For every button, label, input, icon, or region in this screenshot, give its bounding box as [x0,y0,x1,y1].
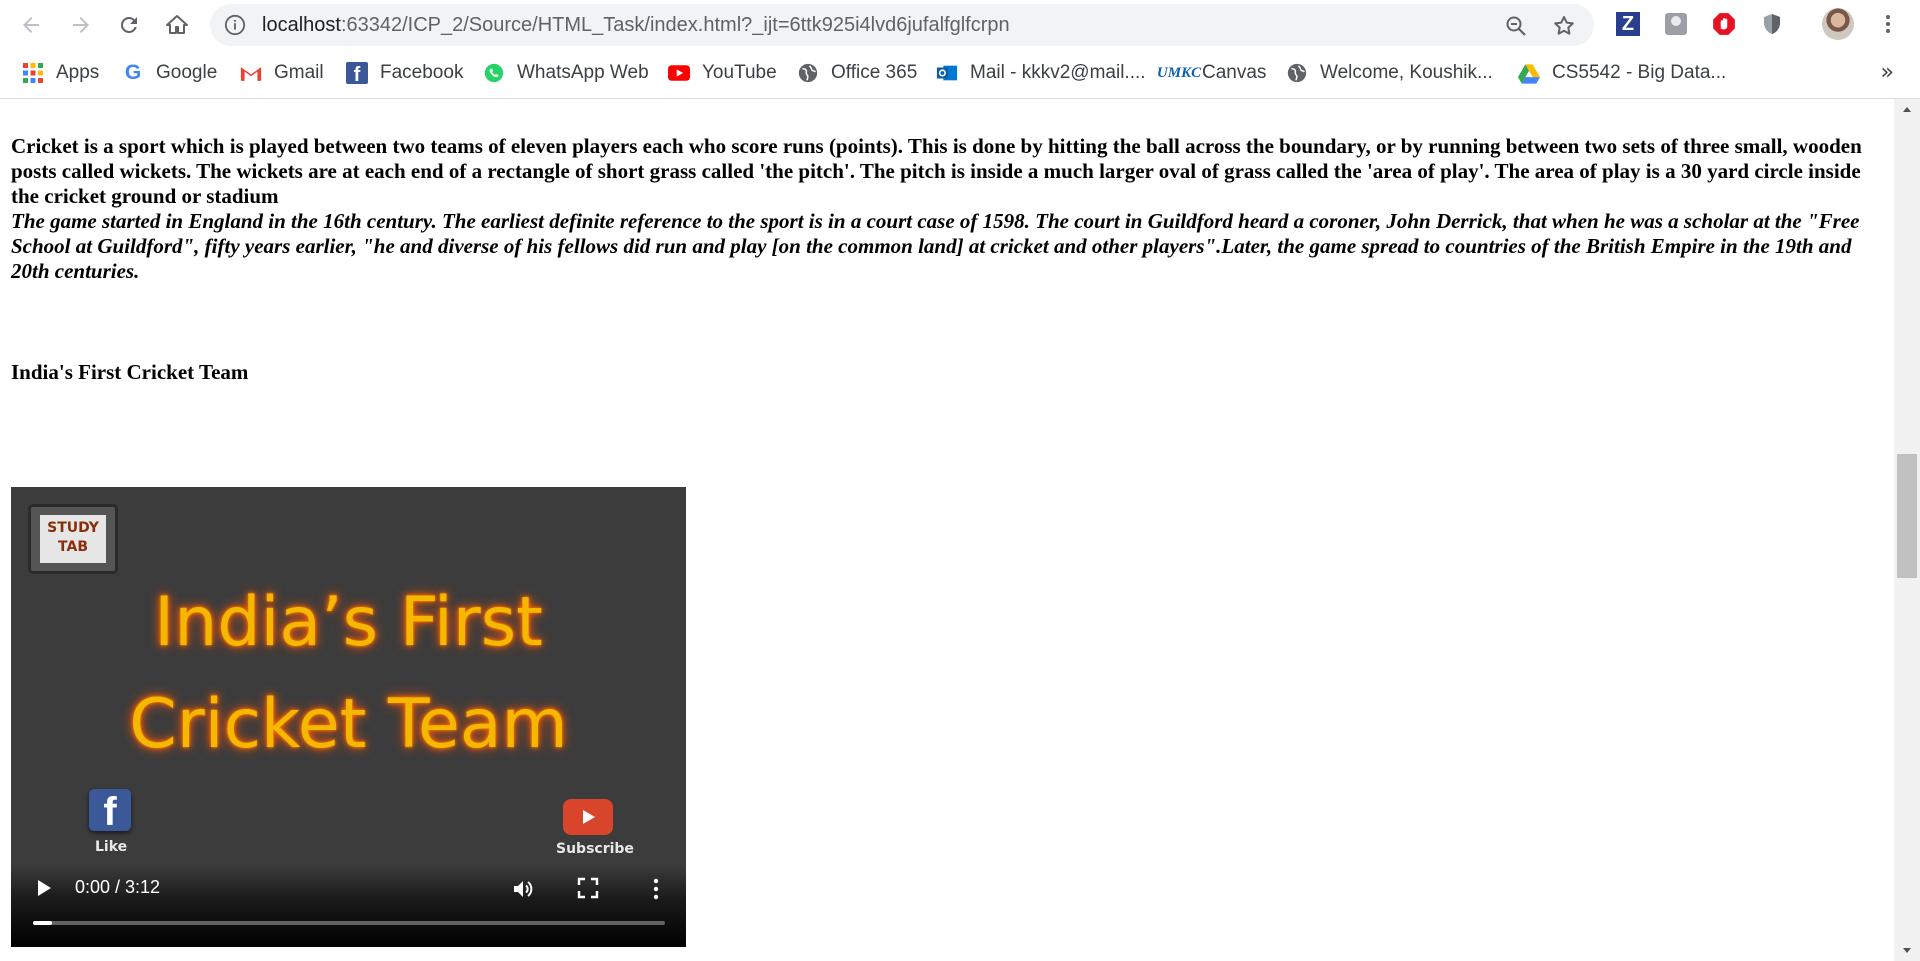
like-label: Like [95,839,128,855]
bookmark-cs5542[interactable]: CS5542 - Big Data... [1518,50,1726,96]
menu-kebab-icon[interactable] [1874,10,1902,38]
page-viewport: Cricket is a sport which is played betwe… [0,99,1894,961]
video-title-line2: Cricket Team [129,685,568,764]
bookmark-label: Welcome, Koushik... [1320,62,1493,83]
bookmark-office365[interactable]: Office 365 [797,50,917,96]
video-progress-fill [33,921,52,925]
video-time: 0:00 / 3:12 [75,877,161,897]
home-icon [166,15,188,34]
apps-grid-icon [22,62,44,84]
bookmark-facebook[interactable]: f Facebook [346,50,463,96]
adblock-extension-icon[interactable] [1710,10,1738,38]
umkc-icon: UMKC [1156,64,1202,81]
url-host: localhost [262,14,341,36]
bookmark-gmail[interactable]: Gmail [240,50,324,96]
vertical-scrollbar[interactable] [1894,99,1920,961]
volume-icon[interactable] [511,877,535,901]
video-progress-bar[interactable] [33,921,665,925]
zoom-icon[interactable] [1504,14,1528,38]
forward-button[interactable] [62,6,100,44]
arrow-right-icon [73,17,89,33]
star-icon[interactable] [1552,14,1576,38]
play-icon[interactable] [33,877,55,899]
globe-icon [1286,62,1308,84]
bookmark-google[interactable]: G Google [122,50,217,96]
avatar[interactable] [1822,8,1854,40]
back-button[interactable] [12,6,50,44]
bookmark-label: Apps [56,62,100,83]
bookmark-canvas[interactable]: UMKC Canvas [1156,50,1267,96]
arrow-left-icon [23,17,39,33]
profile-extension-icon[interactable] [1662,10,1690,38]
bookmark-label: WhatsApp Web [517,62,649,83]
facebook-icon: f [346,62,368,86]
video-player[interactable]: STUDY TAB India’s First Cricket Team f L… [11,487,686,947]
youtube-play-icon [563,799,613,835]
browser-toolbar: localhost:63342/ICP_2/Source/HTML_Task/i… [0,0,1920,50]
fullscreen-icon[interactable] [577,877,599,899]
whatsapp-icon [483,62,505,84]
scroll-up-arrow-icon[interactable] [1894,99,1920,119]
shield-extension-icon[interactable] [1758,10,1786,38]
history-paragraph: The game started in England in the 16th … [11,209,1860,283]
bookmarks-bar: Apps G Google Gmail f Facebook WhatsApp … [0,50,1920,99]
bookmark-label: Mail - kkkv2@mail.... [970,62,1146,83]
url-text[interactable]: localhost:63342/ICP_2/Source/HTML_Task/i… [262,4,1010,46]
video-controls: 0:00 / 3:12 [11,865,686,947]
bookmark-label: Gmail [274,62,324,83]
intro-paragraph: Cricket is a sport which is played betwe… [11,134,1862,208]
google-icon: G [124,61,142,84]
bookmark-label: CS5542 - Big Data... [1552,62,1727,83]
video-title-line1: India’s First [154,583,543,662]
bookmark-apps[interactable]: Apps [22,50,99,96]
bookmark-label: Google [156,62,218,83]
youtube-icon [668,62,690,84]
more-options-icon[interactable] [651,877,661,901]
bookmarks-overflow-button[interactable]: » [1881,60,1894,85]
study-tab-line2: TAB [58,539,88,555]
reload-icon [120,16,137,33]
bookmark-label: Canvas [1202,62,1267,83]
scrollbar-thumb[interactable] [1897,454,1917,578]
bookmark-label: YouTube [702,62,777,83]
gmail-icon [240,62,262,84]
outlook-icon [936,62,958,84]
home-button[interactable] [158,6,196,44]
bookmark-label: Facebook [380,62,464,83]
info-icon[interactable] [224,14,246,36]
subscribe-label: Subscribe [556,841,634,857]
bookmark-label: Office 365 [831,62,918,83]
study-tab-logo: STUDY TAB [28,504,118,574]
scroll-down-arrow-icon[interactable] [1894,941,1920,961]
globe-icon [797,62,819,84]
google-drive-icon [1518,62,1540,84]
bookmark-welcome[interactable]: Welcome, Koushik... [1286,50,1493,96]
section-heading: India's First Cricket Team [11,360,249,384]
bookmark-mail[interactable]: Mail - kkkv2@mail.... [936,50,1146,96]
zotero-extension-icon[interactable]: Z [1614,10,1642,38]
address-bar[interactable]: localhost:63342/ICP_2/Source/HTML_Task/i… [210,4,1594,46]
bookmark-youtube[interactable]: YouTube [668,50,777,96]
study-tab-line1: STUDY [47,520,99,536]
reload-button[interactable] [110,6,148,44]
url-path: :63342/ICP_2/Source/HTML_Task/index.html… [340,14,1010,36]
bookmark-whatsapp[interactable]: WhatsApp Web [483,50,649,96]
facebook-icon: f [89,789,131,834]
